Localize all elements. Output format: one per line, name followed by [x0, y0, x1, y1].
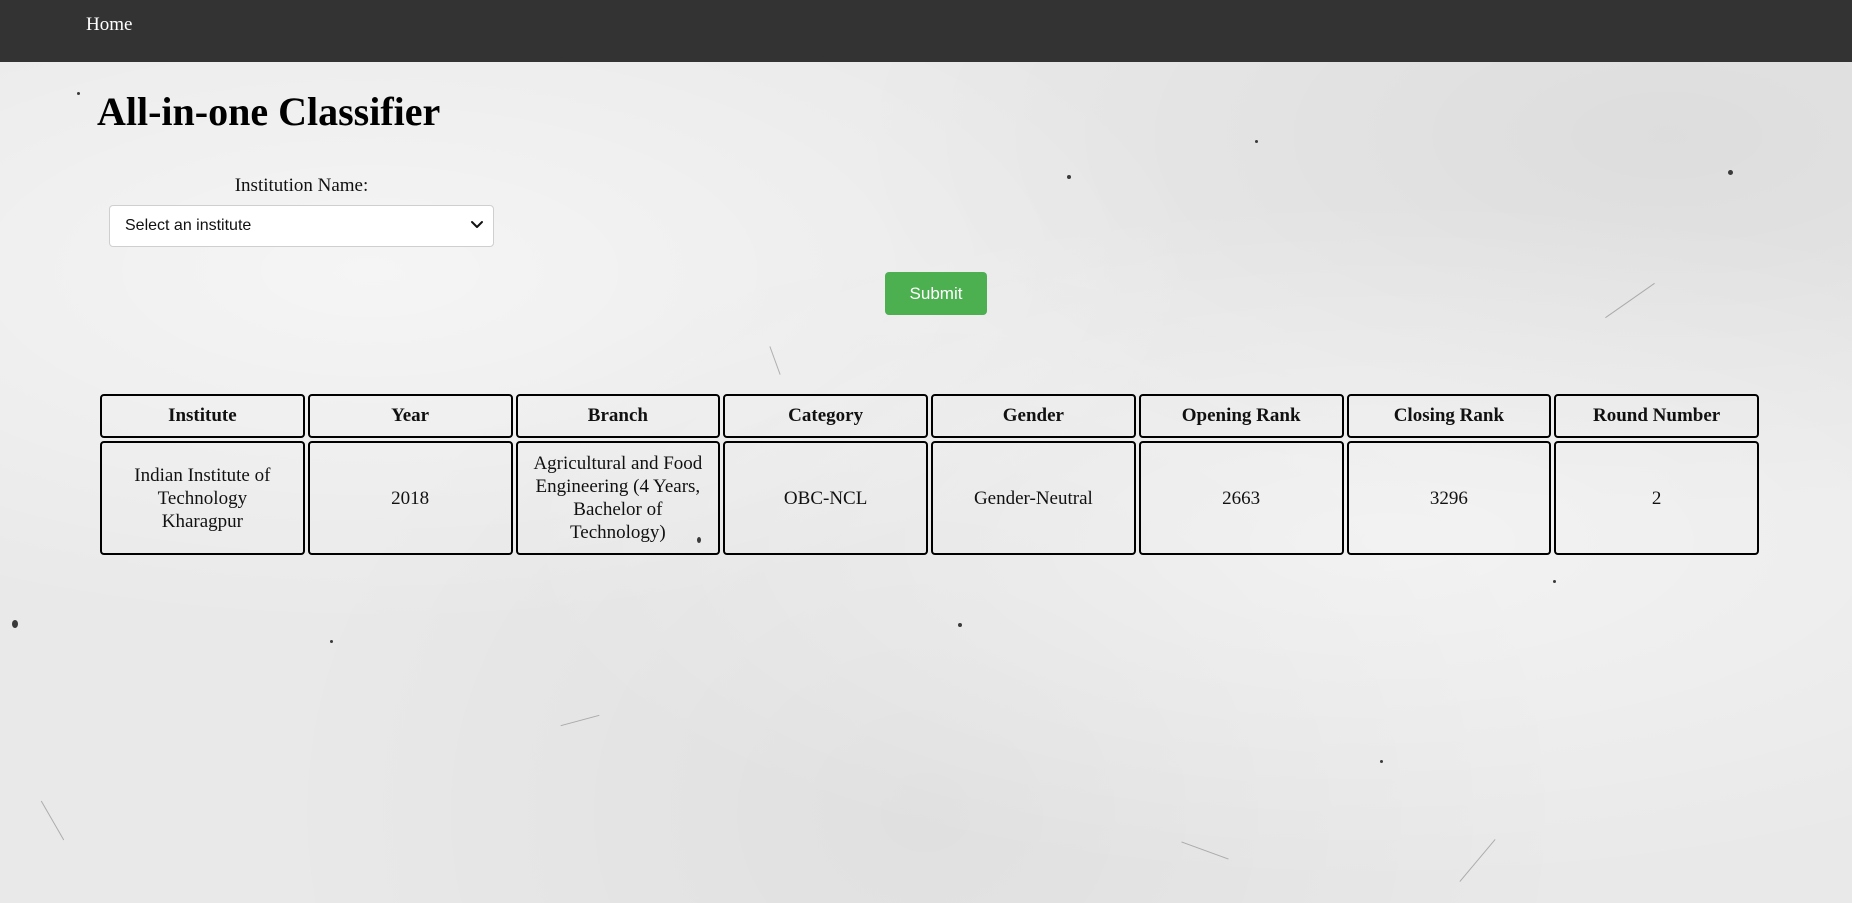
cell-institute: Indian Institute of Technology Kharagpur [100, 441, 305, 555]
top-navbar: Home [0, 0, 1852, 62]
header-category: Category [723, 394, 928, 438]
institution-label: Institution Name: [234, 175, 369, 196]
chevron-down-icon [471, 221, 483, 228]
cell-gender: Gender-Neutral [931, 441, 1136, 555]
header-year: Year [307, 394, 513, 438]
cell-category: OBC-NCL [723, 441, 928, 555]
submit-button[interactable]: Submit [885, 272, 987, 315]
table-row: Indian Institute of Technology Kharagpur… [100, 441, 1759, 555]
institution-select-value: Select an institute [125, 217, 252, 234]
header-round-number: Round Number [1554, 394, 1759, 438]
cell-closing-rank: 3296 [1346, 441, 1552, 555]
header-opening-rank: Opening Rank [1138, 394, 1344, 438]
header-gender: Gender [931, 394, 1136, 438]
header-institute: Institute [100, 394, 305, 438]
cell-round-number: 2 [1554, 441, 1759, 555]
header-closing-rank: Closing Rank [1346, 394, 1552, 438]
institution-select[interactable]: Select an institute [109, 205, 494, 247]
header-branch: Branch [515, 394, 721, 438]
nav-home-link[interactable]: Home [86, 14, 132, 36]
results-table-head: Institute Year Branch Category Gender Op… [100, 394, 1759, 438]
results-table: Institute Year Branch Category Gender Op… [97, 391, 1762, 558]
header-row: Institute Year Branch Category Gender Op… [100, 394, 1759, 438]
cell-branch: Agricultural and Food Engineering (4 Yea… [515, 441, 721, 555]
cell-opening-rank: 2663 [1138, 441, 1344, 555]
page-title: All-in-one Classifier [97, 89, 441, 134]
results-table-body: Indian Institute of Technology Kharagpur… [100, 441, 1759, 555]
cell-year: 2018 [307, 441, 513, 555]
